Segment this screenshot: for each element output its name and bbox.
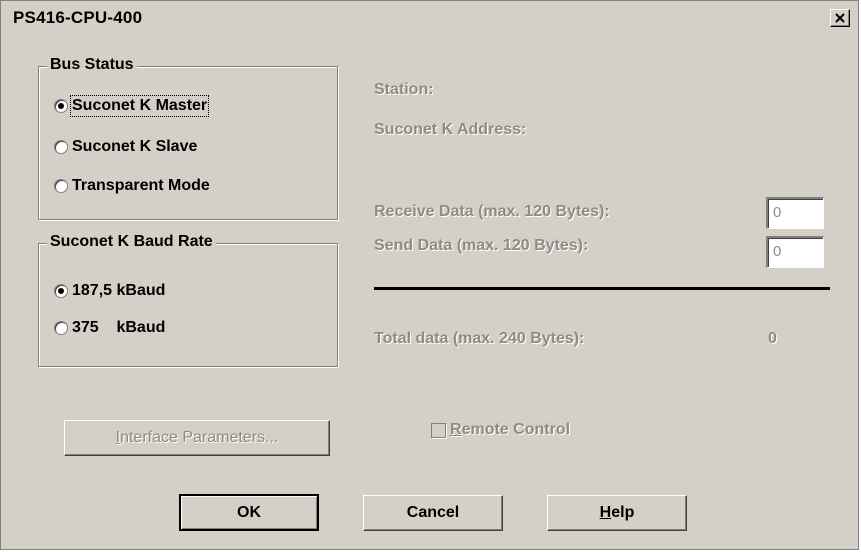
interface-parameters-label: nterface Parameters... bbox=[120, 429, 279, 446]
remote-control-checkbox[interactable] bbox=[431, 422, 446, 438]
radio-suconet-k-slave[interactable]: Suconet K Slave bbox=[54, 138, 197, 156]
cancel-label: Cancel bbox=[406, 504, 460, 521]
baud-rate-group: Suconet K Baud Rate bbox=[38, 233, 338, 367]
dialog-window: PS416-CPU-400 Bus Status Suconet K Maste… bbox=[0, 0, 859, 550]
ok-label: OK bbox=[237, 503, 261, 521]
remote-control-label: emote Control bbox=[461, 421, 571, 438]
radio-187-5-kbaud[interactable]: 187,5 kBaud bbox=[54, 282, 165, 300]
send-data-field[interactable]: 0 bbox=[766, 236, 824, 268]
send-data-label: Send Data (max. 120 Bytes): bbox=[374, 237, 589, 254]
radio-label: Suconet K Master bbox=[69, 95, 210, 117]
title-bar: PS416-CPU-400 bbox=[3, 3, 856, 33]
station-label: Station: bbox=[374, 81, 434, 98]
total-data-label: Total data (max. 240 Bytes): bbox=[374, 330, 585, 347]
close-button[interactable] bbox=[830, 9, 850, 27]
close-icon bbox=[835, 13, 845, 23]
radio-375-kbaud[interactable]: 375 kBaud bbox=[54, 319, 165, 337]
remote-control-mnemonic: R bbox=[450, 421, 462, 438]
radio-transparent-mode[interactable]: Transparent Mode bbox=[54, 177, 210, 195]
cancel-button[interactable]: Cancel bbox=[363, 495, 503, 531]
radio-button[interactable] bbox=[54, 140, 68, 154]
divider-line bbox=[374, 287, 830, 290]
ok-button[interactable]: OK bbox=[179, 494, 319, 531]
help-label: elp bbox=[611, 504, 635, 521]
receive-data-label: Receive Data (max. 120 Bytes): bbox=[374, 203, 610, 220]
total-data-value: 0 bbox=[768, 330, 777, 347]
radio-label: 375 kBaud bbox=[72, 319, 166, 336]
bus-status-title: Bus Status bbox=[47, 56, 137, 74]
remote-control-checkbox-row[interactable]: Remote Control bbox=[431, 421, 570, 439]
help-mnemonic: H bbox=[599, 504, 612, 521]
radio-button-checked[interactable] bbox=[54, 284, 68, 298]
radio-suconet-k-master[interactable]: Suconet K Master bbox=[54, 95, 210, 117]
radio-button[interactable] bbox=[54, 179, 68, 193]
window-title: PS416-CPU-400 bbox=[13, 8, 143, 27]
help-button[interactable]: Help bbox=[547, 495, 687, 531]
radio-label: Transparent Mode bbox=[72, 177, 210, 194]
baud-rate-title: Suconet K Baud Rate bbox=[47, 233, 216, 251]
radio-button-checked[interactable] bbox=[54, 99, 68, 113]
radio-label: 187,5 kBaud bbox=[72, 282, 166, 299]
interface-parameters-button[interactable]: Interface Parameters... bbox=[64, 420, 330, 456]
receive-data-field[interactable]: 0 bbox=[766, 197, 824, 229]
suconet-k-address-label: Suconet K Address: bbox=[374, 121, 527, 138]
radio-button[interactable] bbox=[54, 321, 68, 335]
radio-label: Suconet K Slave bbox=[72, 138, 198, 155]
